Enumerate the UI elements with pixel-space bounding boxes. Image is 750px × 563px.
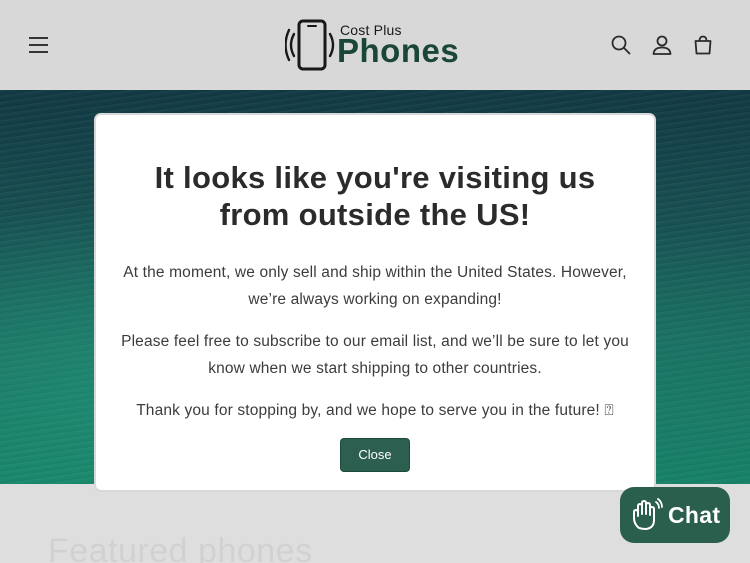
region-notice-modal: It looks like you're visiting us from ou…	[94, 113, 656, 492]
chat-hand-icon	[633, 498, 663, 530]
chat-button[interactable]: Chat	[620, 487, 730, 543]
modal-title: It looks like you're visiting us from ou…	[154, 160, 596, 232]
modal-paragraph-3: Thank you for stopping by, and we hope t…	[136, 402, 614, 419]
chat-label: Chat	[668, 502, 721, 528]
close-button[interactable]: Close	[340, 438, 410, 472]
modal-paragraph-1: At the moment, we only sell and ship wit…	[123, 264, 627, 308]
modal-paragraph-2: Please feel free to subscribe to our ema…	[121, 333, 629, 377]
